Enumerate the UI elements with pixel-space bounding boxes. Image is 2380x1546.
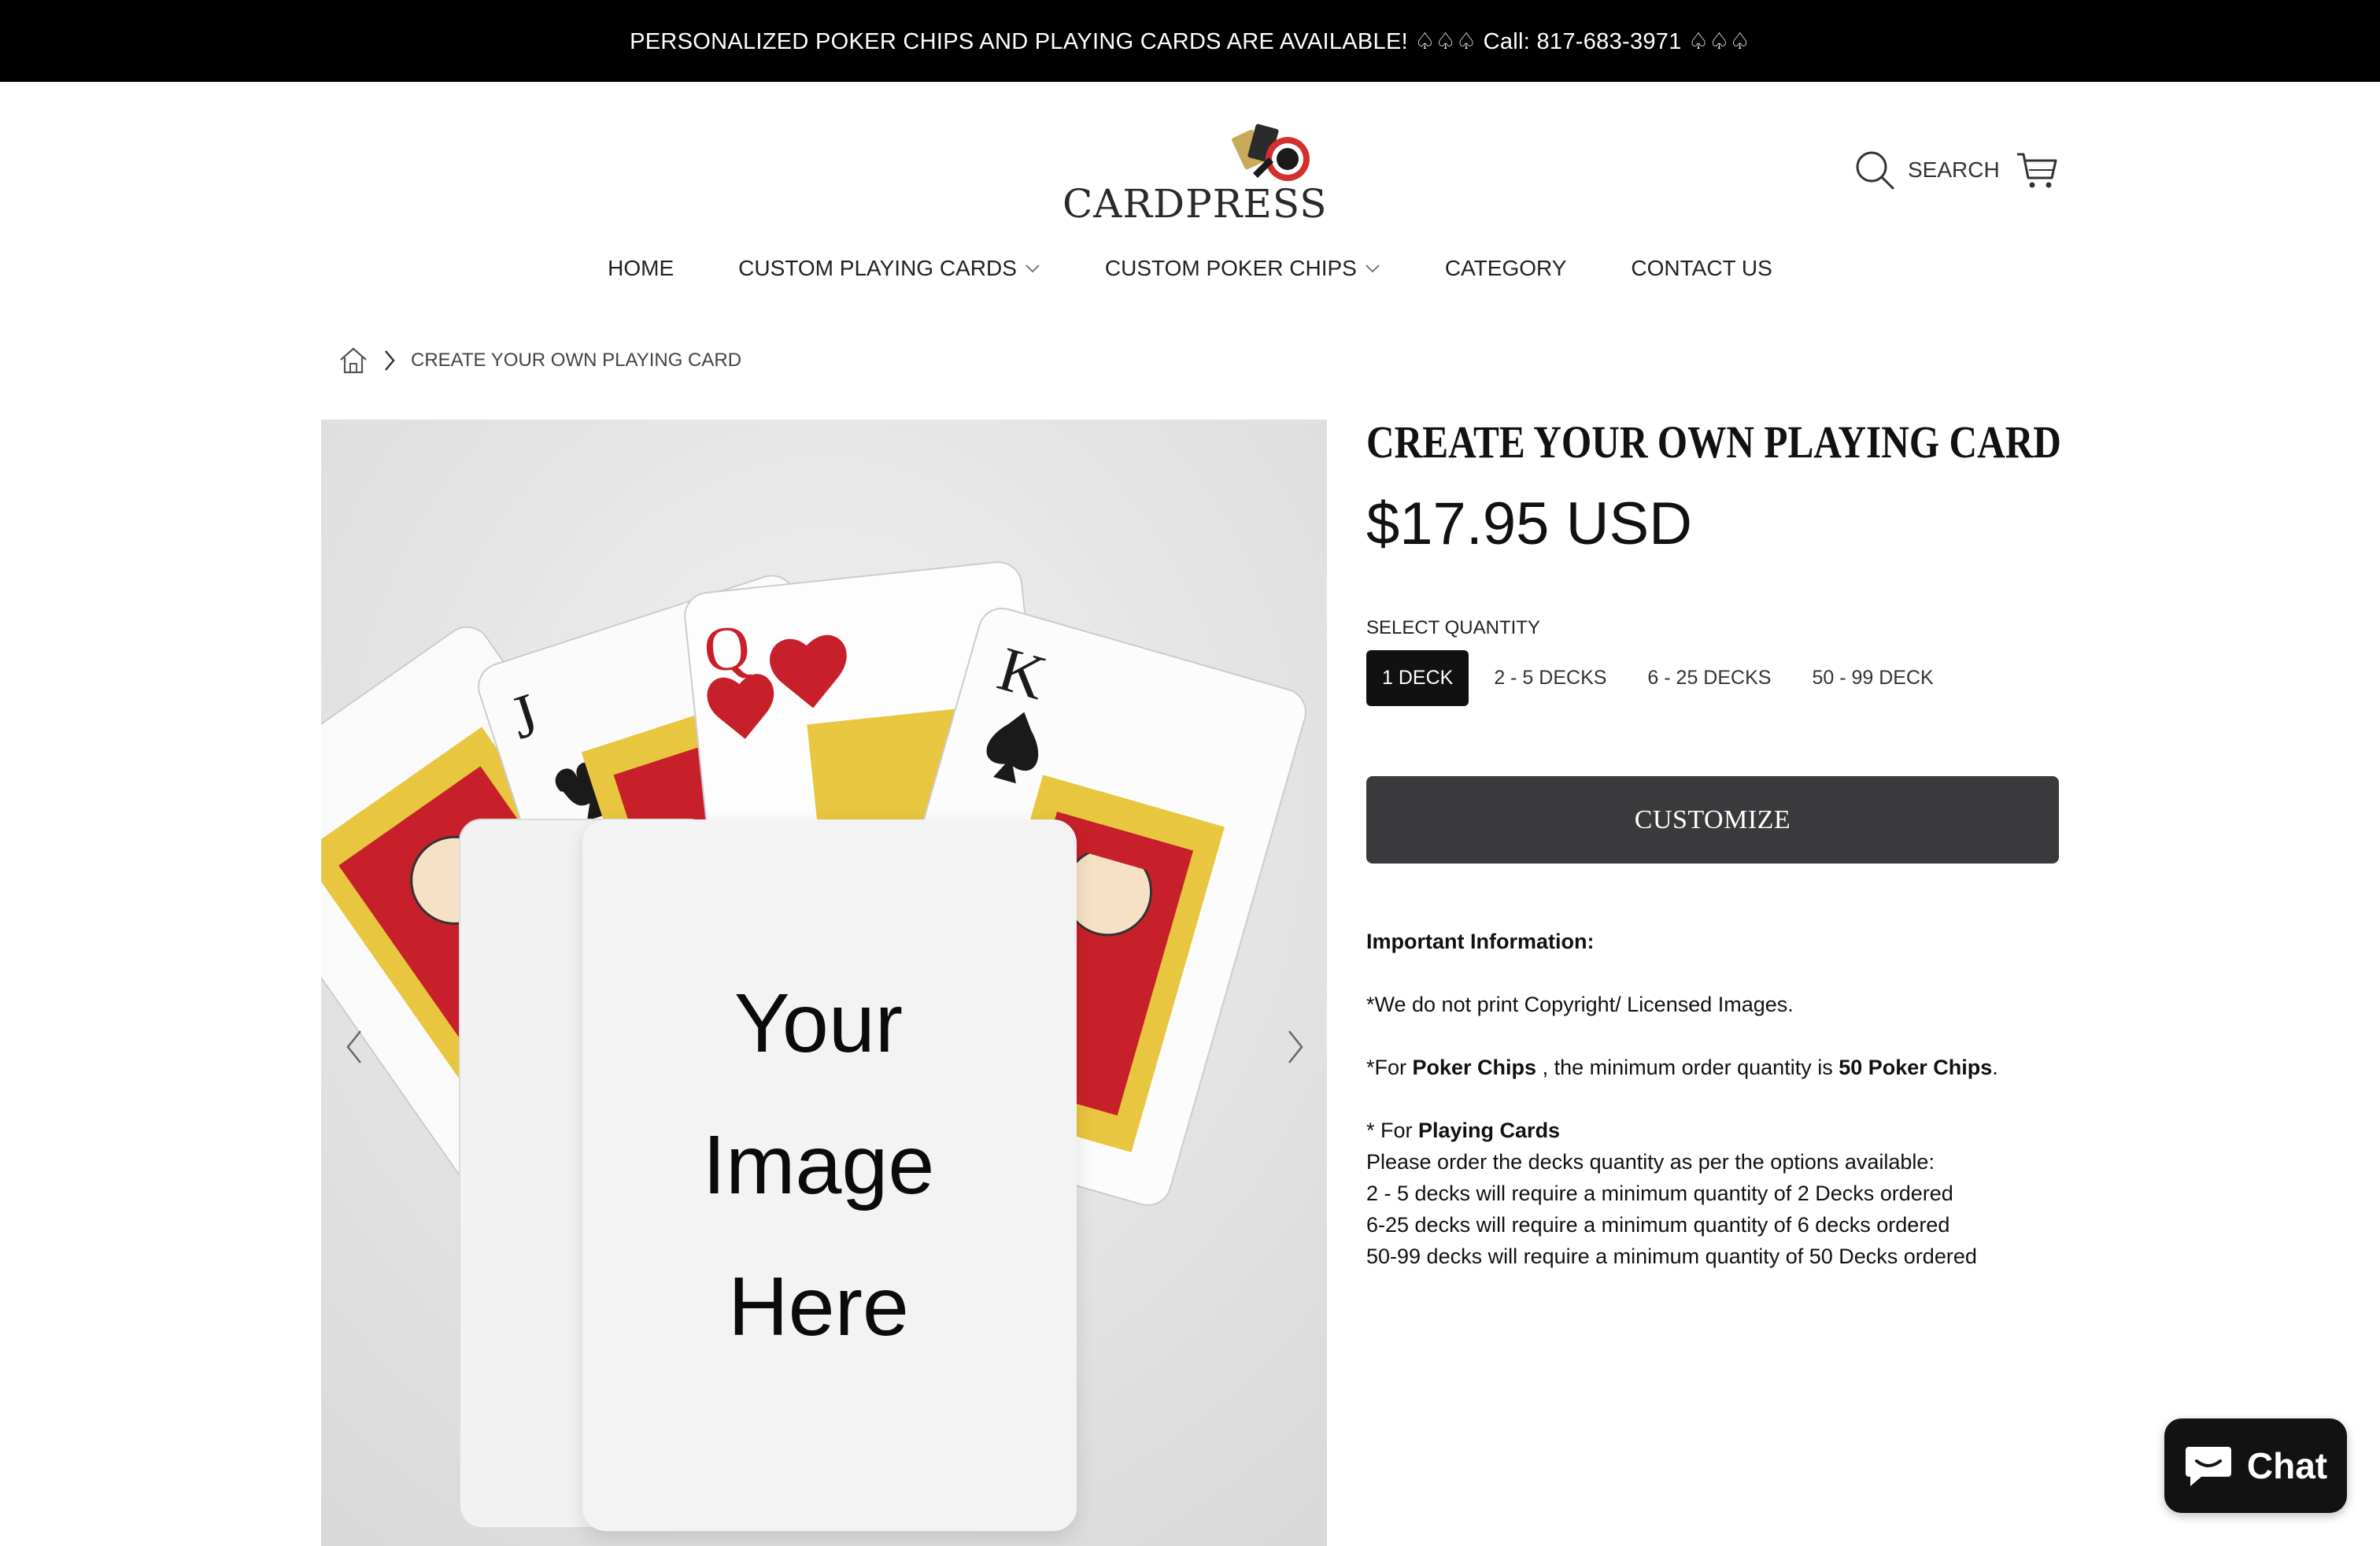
search-label: SEARCH bbox=[1908, 157, 2000, 182]
announcement-bar: PERSONALIZED POKER CHIPS AND PLAYING CAR… bbox=[0, 0, 2380, 82]
quantity-option-2-5-decks[interactable]: 2 - 5 DECKS bbox=[1478, 650, 1622, 706]
nav-home-label: HOME bbox=[608, 256, 674, 280]
quantity-option-6-25-decks[interactable]: 6 - 25 DECKS bbox=[1632, 650, 1787, 706]
brand-name: CARDPRESS bbox=[1062, 181, 1328, 227]
search-icon bbox=[1856, 151, 1894, 190]
chat-label: Chat bbox=[2246, 1445, 2328, 1486]
home-icon[interactable] bbox=[338, 346, 368, 375]
customize-button[interactable]: CUSTOMIZE bbox=[1366, 776, 2059, 864]
chevron-left-icon[interactable] bbox=[338, 1023, 370, 1071]
info-copyright-note: *We do not print Copyright/ Licensed Ima… bbox=[1366, 993, 1794, 1016]
info-chips-bold: Poker Chips bbox=[1412, 1056, 1537, 1079]
announcement-text: PERSONALIZED POKER CHIPS AND PLAYING CAR… bbox=[630, 28, 1750, 54]
nav-custom-playing-cards[interactable]: CUSTOM PLAYING CARDS bbox=[738, 256, 1040, 281]
chevron-down-icon bbox=[1366, 264, 1380, 273]
brand-logo[interactable]: CARDPRESS bbox=[1055, 118, 1327, 228]
nav-contact-us[interactable]: CONTACT US bbox=[1631, 256, 1772, 281]
search-button[interactable]: SEARCH bbox=[1854, 146, 2000, 194]
nav-category-label: CATEGORY bbox=[1444, 256, 1567, 280]
info-cards-line: 6-25 decks will require a minimum quanti… bbox=[1366, 1213, 1950, 1237]
info-cards-line: 2 - 5 decks will require a minimum quant… bbox=[1366, 1182, 1953, 1205]
chat-button[interactable]: Chat bbox=[2164, 1418, 2347, 1513]
nav-custom-poker-chips[interactable]: CUSTOM POKER CHIPS bbox=[1105, 256, 1380, 281]
placeholder-line-3: Here bbox=[728, 1260, 909, 1353]
nav-category[interactable]: CATEGORY bbox=[1445, 256, 1567, 281]
nav-home[interactable]: HOME bbox=[608, 256, 674, 281]
chat-bubble-icon bbox=[2185, 1447, 2231, 1486]
important-information: Important Information: *We do not print … bbox=[1366, 926, 2075, 1272]
info-cards-line: Please order the decks quantity as per t… bbox=[1366, 1150, 1935, 1174]
info-heading: Important Information: bbox=[1366, 930, 1595, 953]
quantity-options: 1 DECK 2 - 5 DECKS 6 - 25 DECKS 50 - 99 … bbox=[1366, 650, 1949, 706]
product-title: CREATE YOUR OWN PLAYING CARD bbox=[1366, 416, 2061, 468]
info-chips-suffix: . bbox=[1992, 1056, 1998, 1079]
quantity-option-50-99-deck[interactable]: 50 - 99 DECK bbox=[1796, 650, 1949, 706]
quantity-label: SELECT QUANTITY bbox=[1366, 617, 1540, 638]
chevron-right-icon bbox=[385, 350, 395, 371]
product-price: $17.95 USD bbox=[1366, 490, 1693, 557]
nav-custom-poker-chips-label: CUSTOM POKER CHIPS bbox=[1104, 256, 1357, 280]
info-cards-bold: Playing Cards bbox=[1418, 1119, 1561, 1142]
info-chips-qty: 50 Poker Chips bbox=[1839, 1056, 1993, 1079]
info-poker-chips: *For Poker Chips , the minimum order qua… bbox=[1366, 1052, 2075, 1083]
info-chips-prefix: *For bbox=[1366, 1056, 1413, 1079]
placeholder-line-2: Image bbox=[702, 1119, 935, 1211]
info-playing-cards: * For Playing Cards Please order the dec… bbox=[1366, 1115, 2075, 1272]
card-rank-q: Q bbox=[700, 612, 753, 686]
info-chips-middle: , the minimum order quantity is bbox=[1536, 1056, 1839, 1079]
chevron-down-icon bbox=[1026, 264, 1040, 273]
main-nav: HOME CUSTOM PLAYING CARDS CUSTOM POKER C… bbox=[0, 256, 2380, 281]
cart-icon[interactable] bbox=[2015, 148, 2059, 192]
info-cards-prefix: * For bbox=[1366, 1119, 1419, 1142]
breadcrumb: CREATE YOUR OWN PLAYING CARD bbox=[338, 346, 741, 375]
chevron-right-icon[interactable] bbox=[1280, 1023, 1311, 1071]
info-cards-line: 50-99 decks will require a minimum quant… bbox=[1366, 1245, 1977, 1268]
quantity-option-1-deck[interactable]: 1 DECK bbox=[1366, 650, 1469, 706]
breadcrumb-current: CREATE YOUR OWN PLAYING CARD bbox=[411, 350, 742, 371]
placeholder-line-1: Your bbox=[734, 977, 904, 1070]
nav-custom-playing-cards-label: CUSTOM PLAYING CARDS bbox=[738, 256, 1017, 280]
nav-contact-us-label: CONTACT US bbox=[1631, 256, 1772, 280]
